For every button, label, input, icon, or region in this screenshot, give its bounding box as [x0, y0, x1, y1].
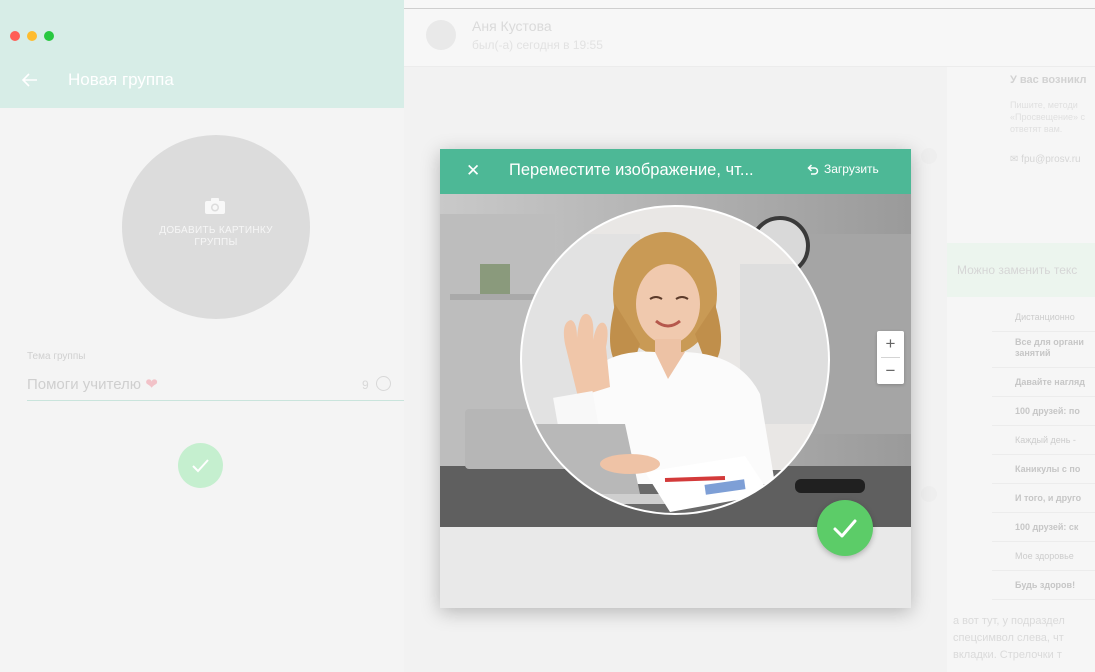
topic-underline: [27, 400, 404, 401]
menu-item[interactable]: И того, и друго: [992, 484, 1095, 513]
crop-image-canvas[interactable]: [440, 194, 911, 527]
message-text-bottom: а вот тут, у подраздел спецсимвол слева,…: [953, 613, 1095, 664]
message-line: вкладки. Стрелочки т: [953, 649, 1062, 661]
zoom-controls: + −: [877, 331, 904, 384]
close-window-button[interactable]: [10, 31, 20, 41]
menu-item[interactable]: Все для органи занятий: [992, 332, 1095, 368]
share-icon[interactable]: [921, 148, 937, 164]
crop-dialog-title: Переместите изображение, чт...: [509, 161, 754, 179]
message-text: Можно заменить текс: [957, 263, 1078, 277]
contact-name: Аня Кустова: [472, 18, 552, 34]
info-email[interactable]: ✉ fpu@prosv.ru: [1010, 154, 1081, 165]
new-group-header: Новая группа: [0, 0, 404, 108]
create-group-button[interactable]: [178, 443, 223, 488]
info-heading: У вас возникл: [1010, 74, 1087, 86]
message-bubble: Можно заменить текс: [947, 243, 1095, 297]
heart-emoji: ❤: [145, 376, 158, 393]
menu-item[interactable]: Дистанционно: [992, 303, 1095, 332]
menu-item[interactable]: Каникулы с по: [992, 455, 1095, 484]
menu-item[interactable]: Давайте нагляд: [992, 368, 1095, 397]
menu-item[interactable]: 100 друзей: ск: [992, 513, 1095, 542]
add-group-picture-label: ДОБАВИТЬ КАРТИНКУ ГРУППЫ: [159, 225, 273, 248]
checkmark-icon: [192, 459, 209, 473]
back-arrow-icon[interactable]: [20, 70, 42, 92]
close-icon[interactable]: ✕: [466, 161, 484, 181]
group-topic-label: Тема группы: [27, 351, 86, 362]
contact-avatar[interactable]: [426, 20, 456, 50]
menu-list: Дистанционно Все для органи занятий Дава…: [992, 303, 1095, 600]
share-icon[interactable]: [921, 486, 937, 502]
window-controls: [10, 31, 54, 41]
topic-char-counter: 9: [362, 378, 369, 392]
group-topic-text: Помоги учителю: [27, 376, 142, 393]
message-line: спецсимвол слева, чт: [953, 632, 1064, 644]
minimize-window-button[interactable]: [27, 31, 37, 41]
menu-item[interactable]: Будь здоров!: [992, 571, 1095, 600]
upload-label: Загрузить: [824, 162, 879, 176]
info-email-text: fpu@prosv.ru: [1021, 154, 1081, 165]
zoom-in-button[interactable]: +: [877, 331, 904, 357]
message-line: а вот тут, у подраздел: [953, 615, 1065, 627]
chat-message-panel: У вас возникл Пишите, методи «Просвещени…: [947, 67, 1095, 672]
emoji-picker-icon[interactable]: [376, 376, 391, 391]
new-group-title: Новая группа: [68, 70, 174, 89]
maximize-window-button[interactable]: [44, 31, 54, 41]
crop-dialog-header: ✕ Переместите изображение, чт... Загрузи…: [440, 149, 911, 194]
mail-icon: ✉: [1010, 154, 1019, 165]
confirm-crop-button[interactable]: [817, 500, 873, 556]
chat-header: Аня Кустова был(-а) сегодня в 19:55: [404, 0, 1095, 67]
menu-item[interactable]: Мое здоровье: [992, 542, 1095, 571]
menu-item[interactable]: 100 друзей: по: [992, 397, 1095, 426]
photo-image: [440, 194, 911, 527]
new-group-panel: Новая группа ДОБАВИТЬ КАРТИНКУ ГРУППЫ Те…: [0, 0, 404, 672]
header-divider: [404, 8, 1095, 9]
undo-icon: [807, 163, 819, 175]
zoom-out-button[interactable]: −: [877, 358, 904, 384]
contact-status: был(-а) сегодня в 19:55: [472, 38, 603, 52]
add-group-picture-button[interactable]: ДОБАВИТЬ КАРТИНКУ ГРУППЫ: [122, 135, 310, 319]
menu-item[interactable]: Каждый день -: [992, 426, 1095, 455]
info-body: Пишите, методи «Просвещение» с ответят в…: [1010, 100, 1085, 134]
checkmark-icon: [833, 519, 857, 538]
camera-icon: [205, 198, 225, 214]
group-topic-input[interactable]: Помоги учителю ❤: [27, 375, 158, 393]
upload-button[interactable]: Загрузить: [806, 162, 879, 176]
